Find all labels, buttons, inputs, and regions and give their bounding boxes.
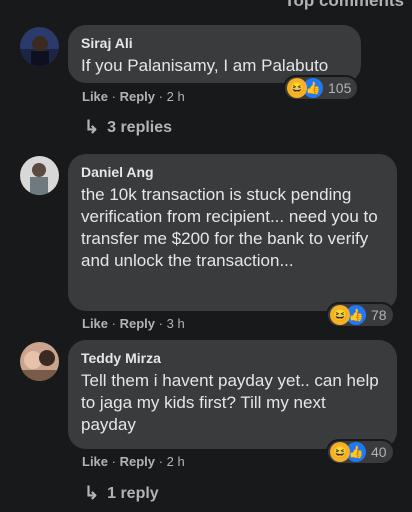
replies-label: 3 replies <box>107 118 173 136</box>
comment-text: If you Palanisamy, I am Palabuto <box>81 56 329 75</box>
comment-author[interactable]: Daniel Ang <box>81 163 383 181</box>
comment-author[interactable]: Teddy Mirza <box>81 349 383 367</box>
reply-button[interactable]: Reply <box>120 316 155 331</box>
haha-icon: 😆 <box>287 78 307 98</box>
reaction-count: 105 <box>328 80 352 96</box>
timestamp[interactable]: 3 h <box>167 316 185 331</box>
comment-author[interactable]: Siraj Ali <box>81 34 347 52</box>
haha-icon: 😆 <box>330 305 350 325</box>
reaction-summary[interactable]: 😆 👍 78 <box>328 304 393 326</box>
comment-actions: Like · Reply · 2 h <box>82 454 185 469</box>
reply-button[interactable]: Reply <box>120 454 155 469</box>
reaction-count: 40 <box>371 444 387 460</box>
comment-bubble: Daniel Ang the 10k transaction is stuck … <box>68 154 397 311</box>
timestamp[interactable]: 2 h <box>167 454 185 469</box>
comment-text: the 10k transaction is stuck pending ver… <box>81 185 378 270</box>
separator: · <box>158 454 163 469</box>
reaction-summary[interactable]: 😆 👍 105 <box>285 77 358 99</box>
avatar[interactable] <box>20 342 59 381</box>
like-button[interactable]: Like <box>82 89 108 104</box>
avatar[interactable] <box>20 27 59 66</box>
comment-bubble: Siraj Ali If you Palanisamy, I am Palabu… <box>68 25 361 83</box>
view-replies-button[interactable]: ↳ 1 reply <box>84 483 159 504</box>
reply-button[interactable]: Reply <box>120 89 155 104</box>
like-button[interactable]: Like <box>82 454 108 469</box>
top-comments-label[interactable]: Top comments <box>284 0 404 11</box>
haha-icon: 😆 <box>330 442 350 462</box>
reply-arrow-icon: ↳ <box>84 117 100 137</box>
separator: · <box>158 316 163 331</box>
separator: · <box>111 316 116 331</box>
reaction-count: 78 <box>371 307 387 323</box>
replies-label: 1 reply <box>107 484 159 502</box>
comment-text: Tell them i havent payday yet.. can help… <box>81 371 379 434</box>
separator: · <box>111 454 116 469</box>
comment-actions: Like · Reply · 3 h <box>82 316 185 331</box>
comment-actions: Like · Reply · 2 h <box>82 89 185 104</box>
separator: · <box>158 89 163 104</box>
view-replies-button[interactable]: ↳ 3 replies <box>84 117 172 138</box>
like-button[interactable]: Like <box>82 316 108 331</box>
reaction-summary[interactable]: 😆 👍 40 <box>328 441 393 463</box>
avatar[interactable] <box>20 156 59 195</box>
separator: · <box>111 89 116 104</box>
reply-arrow-icon: ↳ <box>84 483 100 503</box>
timestamp[interactable]: 2 h <box>167 89 185 104</box>
comment-bubble: Teddy Mirza Tell them i havent payday ye… <box>68 340 397 449</box>
